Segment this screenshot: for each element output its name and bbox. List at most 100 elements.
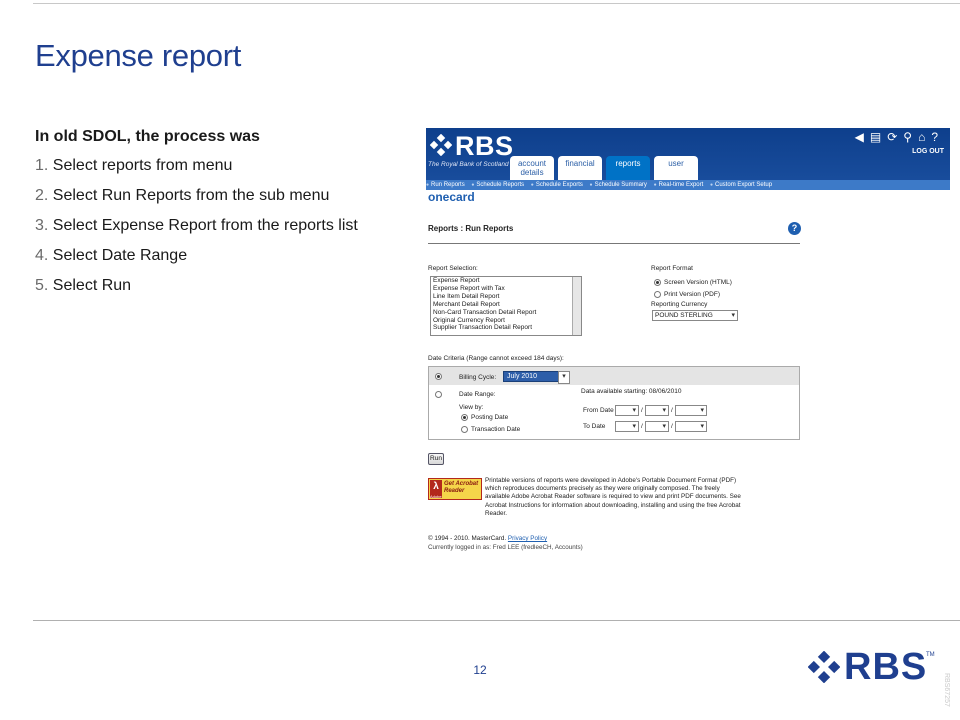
step-text: Select Expense Report from the reports l… — [52, 217, 358, 234]
step-item: 2. Select Run Reports from the sub menu — [35, 188, 358, 218]
document-code: RBS67257 — [943, 673, 950, 707]
footer-rbs-logo: RBS — [808, 646, 928, 688]
home-icon[interactable]: ⌂ — [918, 130, 931, 144]
list-scrollbar[interactable] — [572, 277, 581, 335]
tab-financial[interactable]: financial — [558, 156, 602, 180]
date-criteria-panel: Billing Cycle: July 2010 Date Range: Dat… — [428, 366, 800, 440]
page-heading: Reports : Run Reports — [428, 224, 514, 233]
step-item: 5. Select Run — [35, 278, 358, 308]
report-option[interactable]: Merchant Detail Report — [431, 301, 581, 309]
step-number: 1. — [35, 157, 49, 174]
date-range-radio[interactable] — [435, 391, 442, 398]
date-separator: / — [671, 423, 673, 430]
app-banner: RBS The Royal Bank of Scotland account d… — [426, 128, 950, 190]
rbs-logo[interactable]: RBS — [430, 131, 514, 161]
subnav-run-reports[interactable]: Run Reports — [426, 182, 465, 188]
format-pdf-label: Print Version (PDF) — [664, 291, 720, 298]
date-separator: / — [641, 407, 643, 414]
step-number: 2. — [35, 187, 49, 204]
step-number: 5. — [35, 277, 49, 294]
data-available-text: Data available starting: 08/06/2010 — [581, 388, 682, 395]
date-criteria-label: Date Criteria (Range cannot exceed 184 d… — [428, 355, 564, 362]
date-separator: / — [671, 407, 673, 414]
step-text: Select Date Range — [52, 247, 188, 264]
from-date-label: From Date — [583, 407, 614, 414]
subnav-realtime-export[interactable]: Real-time Export — [654, 182, 704, 188]
to-year-select[interactable] — [675, 421, 707, 432]
format-pdf-radio[interactable] — [654, 291, 661, 298]
subnav-custom-export-setup[interactable]: Custom Export Setup — [710, 182, 772, 188]
acrobat-info-text: Printable versions of reports were devel… — [485, 477, 741, 517]
billing-cycle-radio[interactable] — [435, 373, 442, 380]
billing-cycle-select[interactable]: July 2010 — [503, 371, 570, 384]
report-option[interactable]: Supplier Transaction Detail Report — [431, 324, 581, 332]
report-list[interactable]: Expense Report Expense Report with Tax L… — [430, 276, 582, 336]
get-acrobat-badge[interactable]: λ Get Acrobat Reader Adobe — [428, 478, 482, 500]
posting-date-radio[interactable] — [461, 414, 468, 421]
sub-menu: Run Reports Schedule Reports Schedule Ex… — [426, 180, 950, 190]
step-item: 1. Select reports from menu — [35, 158, 358, 188]
from-month-select[interactable] — [645, 405, 669, 416]
step-text: Select Run — [52, 277, 132, 294]
format-html-label: Screen Version (HTML) — [664, 279, 732, 286]
brand-tagline: The Royal Bank of Scotland — [428, 161, 509, 168]
step-item: 4. Select Date Range — [35, 248, 358, 278]
report-option[interactable]: Original Currency Report — [431, 317, 581, 325]
intro-text: In old SDOL, the process was — [35, 128, 260, 145]
from-year-select[interactable] — [675, 405, 707, 416]
tab-reports[interactable]: reports — [606, 156, 650, 180]
report-option[interactable]: Expense Report with Tax — [431, 285, 581, 293]
rbs-daisy-icon — [808, 651, 840, 683]
date-separator: / — [641, 423, 643, 430]
step-number: 3. — [35, 217, 49, 234]
top-rule — [33, 3, 960, 4]
help-icon[interactable]: ? — [931, 130, 944, 144]
format-html-radio[interactable] — [654, 279, 661, 286]
transaction-date-radio[interactable] — [461, 426, 468, 433]
to-day-select[interactable] — [615, 421, 639, 432]
from-day-select[interactable] — [615, 405, 639, 416]
copyright-line: © 1994 - 2010. MasterCard. Privacy Polic… — [428, 535, 547, 542]
to-month-select[interactable] — [645, 421, 669, 432]
to-date-label: To Date — [583, 423, 606, 430]
toolbar-icons: ◀▤⟳⚲⌂? — [855, 130, 944, 144]
run-button[interactable]: Run — [428, 453, 444, 465]
help-icon[interactable]: ? — [788, 222, 801, 235]
step-item: 3. Select Expense Report from the report… — [35, 218, 358, 248]
footer-wordmark: RBS — [844, 646, 928, 688]
acrobat-badge-text: Get Acrobat Reader — [444, 481, 479, 494]
step-number: 4. — [35, 247, 49, 264]
footer-rule — [33, 620, 960, 621]
heading-divider — [428, 243, 800, 244]
logout-link[interactable]: LOG OUT — [912, 148, 944, 155]
date-range-label: Date Range: — [459, 391, 496, 398]
report-option[interactable]: Expense Report — [431, 277, 581, 285]
posting-date-label: Posting Date — [471, 414, 509, 421]
refresh-icon[interactable]: ⟳ — [887, 130, 903, 144]
subnav-schedule-reports[interactable]: Schedule Reports — [471, 182, 524, 188]
logged-in-text: Currently logged in as: Fred LEE (fredle… — [428, 544, 583, 551]
back-icon[interactable]: ◀ — [855, 130, 870, 144]
billing-cycle-label: Billing Cycle: — [459, 374, 497, 381]
page-number: 12 — [473, 663, 487, 677]
privacy-policy-link[interactable]: Privacy Policy — [508, 535, 547, 542]
print-icon[interactable]: ▤ — [870, 130, 887, 144]
currency-select[interactable]: POUND STERLING — [652, 310, 738, 321]
rbs-wordmark: RBS — [455, 131, 514, 161]
report-selection-label: Report Selection: — [428, 265, 478, 272]
report-option[interactable]: Non-Card Transaction Detail Report — [431, 309, 581, 317]
sdol-screenshot: RBS The Royal Bank of Scotland account d… — [426, 128, 950, 558]
subnav-schedule-exports[interactable]: Schedule Exports — [531, 182, 583, 188]
step-text: Select Run Reports from the sub menu — [52, 187, 330, 204]
trademark-mark: TM — [926, 652, 935, 658]
adobe-badge-text: Adobe — [430, 494, 442, 499]
tab-user[interactable]: user — [654, 156, 698, 180]
step-text: Select reports from menu — [52, 157, 233, 174]
report-format-label: Report Format — [651, 265, 693, 272]
subnav-schedule-summary[interactable]: Schedule Summary — [590, 182, 647, 188]
view-by-label: View by: — [459, 404, 484, 411]
report-option[interactable]: Line Item Detail Report — [431, 293, 581, 301]
currency-label: Reporting Currency — [651, 301, 708, 308]
search-icon[interactable]: ⚲ — [903, 130, 918, 144]
tab-account-details[interactable]: account details — [510, 156, 554, 180]
